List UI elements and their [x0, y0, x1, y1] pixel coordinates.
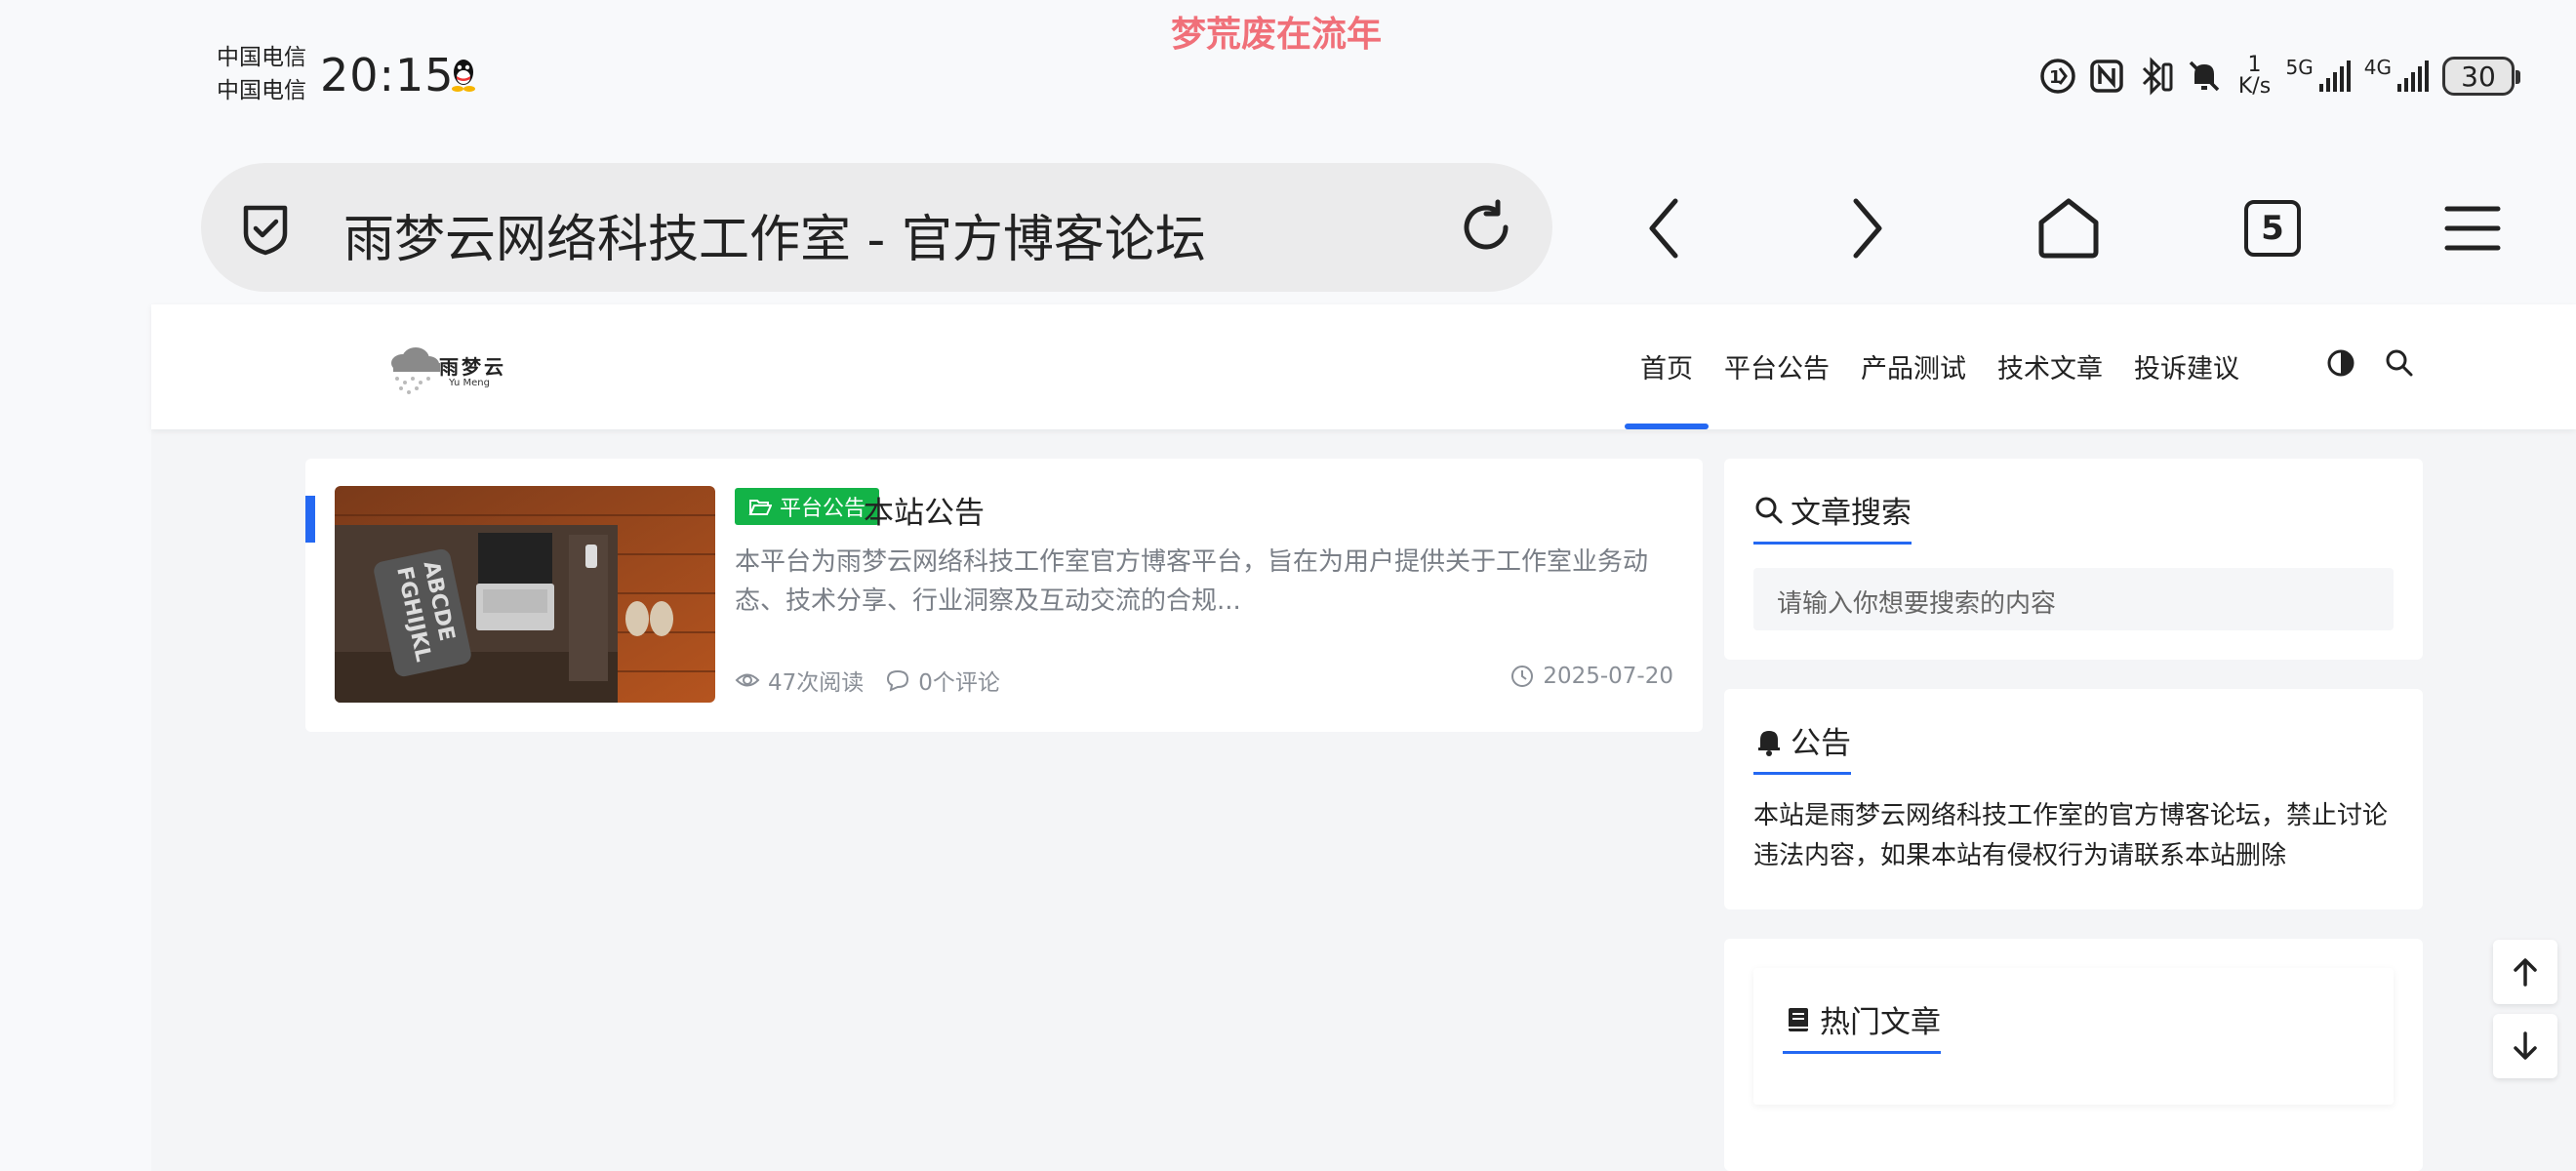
- post-thumbnail[interactable]: ABCDEFGHIJKL: [335, 486, 715, 703]
- clock-icon: [1511, 666, 1534, 687]
- category-label: 平台公告: [780, 497, 866, 521]
- svg-text:1: 1: [2049, 67, 2062, 88]
- signal-1-label: 5G: [2285, 56, 2314, 79]
- bell-icon: [1758, 730, 1780, 756]
- nfc-icon: [2089, 60, 2123, 93]
- notice-widget-title: 公告: [1753, 718, 1851, 775]
- back-icon[interactable]: [1630, 193, 1701, 263]
- net-speed: 1 K/s: [2234, 55, 2276, 98]
- tabs-icon[interactable]: 5: [2244, 200, 2301, 257]
- scroll-bottom-button[interactable]: [2493, 1014, 2557, 1078]
- search-widget-title: 文章搜索: [1753, 488, 1912, 545]
- web-content: 雨梦云 Yu Meng 首页 平台公告 产品测试 技术文章 投诉建议 ABCDE…: [151, 304, 2576, 1171]
- hot-posts-title: 热门文章: [1783, 997, 1941, 1054]
- carrier-2: 中国电信: [217, 78, 306, 103]
- book-icon: [1789, 1007, 1808, 1031]
- notice-widget: 公告 本站是雨梦云网络科技工作室的官方博客论坛，禁止讨论违法内容，如果本站有侵权…: [1724, 689, 2423, 909]
- logo-text: 雨梦云: [439, 355, 506, 379]
- arrow-down-icon: [2514, 1031, 2537, 1060]
- theme-toggle-icon[interactable]: [2325, 347, 2356, 379]
- nav-item-tech-articles[interactable]: 技术文章: [1982, 347, 2118, 429]
- page-title[interactable]: 雨梦云网络科技工作室 - 官方博客论坛: [343, 198, 1206, 271]
- nav-item-announcements[interactable]: 平台公告: [1709, 347, 1845, 429]
- carrier-1: 中国电信: [217, 45, 306, 70]
- arrow-up-icon: [2514, 958, 2537, 987]
- nav-item-feedback[interactable]: 投诉建议: [2118, 347, 2255, 429]
- post-card[interactable]: ABCDE FGHIJKL 平台公告 本站公告 本平台为雨梦云网络科技工作室官方博…: [305, 459, 1703, 732]
- carrier-labels: 中国电信 中国电信: [217, 41, 306, 107]
- site-header: 雨梦云 Yu Meng 首页 平台公告 产品测试 技术文章 投诉建议: [151, 304, 2576, 429]
- hot-posts-widget: 热门文章: [1724, 939, 2423, 1171]
- mute-icon: [2189, 61, 2219, 92]
- hot-posts-title-text: 热门文章: [1820, 1005, 1941, 1040]
- post-meta: 47次阅读 0个评论: [735, 664, 1000, 697]
- post-marker: [305, 496, 315, 543]
- reload-icon[interactable]: [1455, 196, 1517, 259]
- nav-tools: [2325, 347, 2415, 379]
- shield-check-icon[interactable]: [236, 198, 295, 257]
- net-speed-unit: K/s: [2237, 74, 2272, 99]
- battery-icon: 30: [2442, 57, 2520, 96]
- home-icon[interactable]: [2033, 193, 2104, 263]
- marquee-text: 梦荒废在流年: [1171, 15, 1383, 55]
- notice-text: 本站是雨梦云网络科技工作室的官方博客论坛，禁止讨论违法内容，如果本站有侵权行为请…: [1753, 801, 2389, 870]
- comment-icon: [887, 669, 909, 692]
- search-icon: [1755, 497, 1783, 523]
- sim-1-icon: 1: [2039, 59, 2075, 94]
- post-excerpt: 本平台为雨梦云网络科技工作室官方博客平台，旨在为用户提供关于工作室业务动态、技术…: [735, 547, 1649, 616]
- main-nav: 首页 平台公告 产品测试 技术文章 投诉建议: [1625, 347, 2255, 429]
- logo-subtitle: Yu Meng: [449, 378, 490, 388]
- signal-icon: [2318, 61, 2351, 92]
- comment-count-label: 0个评论: [918, 670, 1000, 696]
- search-icon[interactable]: [2384, 347, 2415, 379]
- forward-icon[interactable]: [1831, 193, 1901, 263]
- hot-posts-card: 热门文章: [1753, 968, 2394, 1105]
- post-title[interactable]: 本站公告: [864, 488, 985, 532]
- notice-widget-title-text: 公告: [1791, 726, 1851, 761]
- system-icons: 1 1 K/s 5G 4G 30: [2038, 54, 2520, 99]
- clock: 20:15: [320, 49, 455, 101]
- net-speed-value: 1: [2247, 53, 2262, 77]
- bluetooth-icon: [2142, 57, 2173, 96]
- folder-open-icon: [748, 500, 772, 515]
- search-widget-title-text: 文章搜索: [1791, 496, 1912, 531]
- search-input[interactable]: 请输入你想要搜索的内容: [1753, 568, 2394, 630]
- battery-level: 30: [2461, 60, 2496, 93]
- post-date-label: 2025-07-20: [1543, 664, 1673, 689]
- view-count-label: 47次阅读: [768, 670, 865, 696]
- signal-2-label: 4G: [2363, 56, 2392, 79]
- qq-icon: [452, 60, 475, 92]
- address-bar[interactable]: 雨梦云网络科技工作室 - 官方博客论坛: [201, 163, 1552, 292]
- status-bar: 中国电信 中国电信 20:15 梦荒废在流年 1 1 K/s 5G 4G 30: [0, 0, 2576, 146]
- eye-icon: [735, 673, 760, 687]
- search-widget: 文章搜索 请输入你想要搜索的内容: [1724, 459, 2423, 660]
- post-date: 2025-07-20: [1509, 664, 1673, 689]
- category-badge[interactable]: 平台公告: [735, 488, 880, 525]
- signal-icon: [2397, 61, 2429, 92]
- menu-icon[interactable]: [2437, 193, 2508, 263]
- scroll-top-button[interactable]: [2493, 940, 2557, 1004]
- comment-count: 0个评论: [885, 664, 1000, 697]
- nav-item-product-test[interactable]: 产品测试: [1845, 347, 1982, 429]
- view-count: 47次阅读: [735, 664, 864, 697]
- nav-item-home[interactable]: 首页: [1625, 347, 1709, 429]
